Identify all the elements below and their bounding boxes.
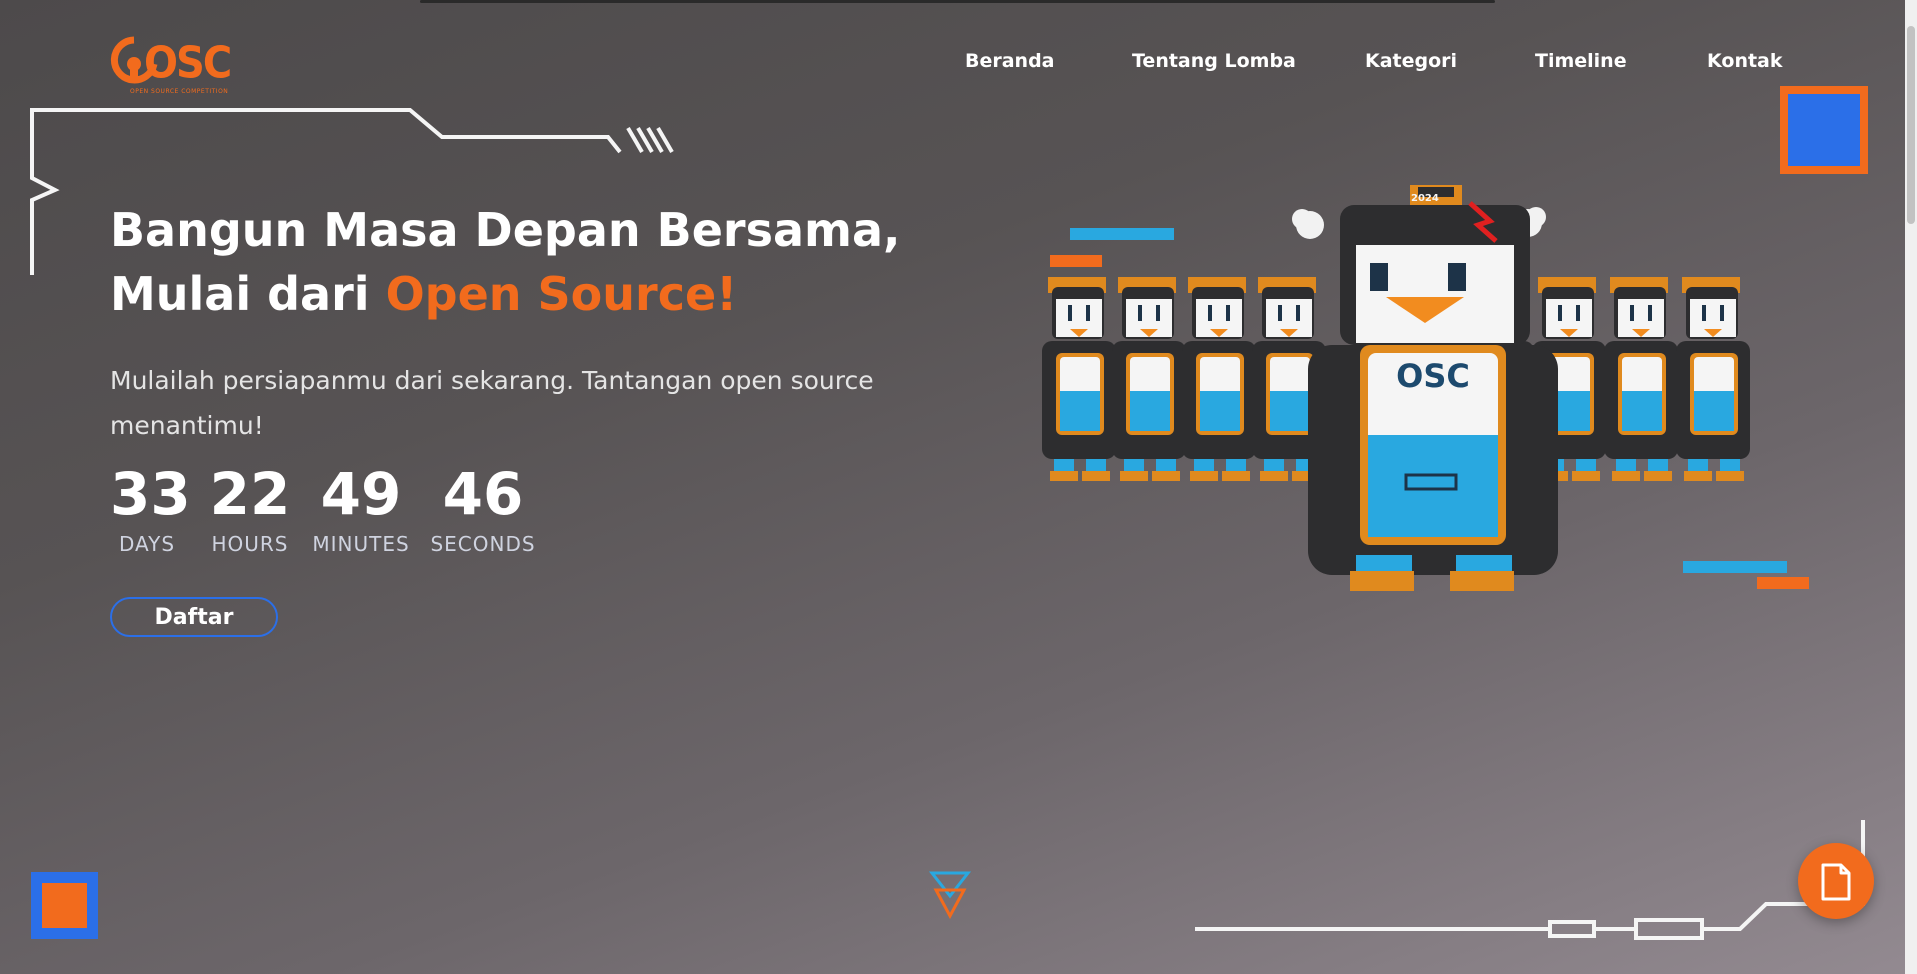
countdown-days-label: DAYS [118,532,176,556]
penguin-mascot-illustration: 2024 OSC [1042,185,1750,591]
scrollbar[interactable] [1905,0,1917,974]
nav-item-tentang-lomba[interactable]: Tentang Lomba [1132,50,1296,72]
osc-logo[interactable]: OSC OPEN SOURCE COMPETITION [110,30,235,102]
scrollbar-thumb[interactable] [1907,26,1915,224]
mascot-badge-text: OSC [1396,357,1470,395]
hero-title-accent: Open Source! [385,267,738,321]
countdown-seconds: 46 SECONDS [428,460,538,556]
hero-title: Bangun Masa Depan Bersama, Mulai dari Op… [110,198,900,326]
daftar-button[interactable]: Daftar [110,597,278,637]
countdown-minutes-value: 49 [320,460,402,528]
hero-subtitle: Mulailah persiapanmu dari sekarang. Tant… [110,366,874,440]
countdown-minutes-label: MINUTES [312,532,410,556]
hero-title-line1: Bangun Masa Depan Bersama, [110,203,901,257]
countdown-seconds-value: 46 [442,460,524,528]
countdown-days-value: 33 [110,460,191,528]
nav-item-kontak[interactable]: Kontak [1707,50,1783,72]
countdown-hours: 22 HOURS [206,460,294,556]
countdown-seconds-label: SECONDS [430,532,536,556]
corner-square-bottom-left [31,872,98,939]
hero-title-line2-prefix: Mulai dari [110,267,386,321]
nav-item-beranda[interactable]: Beranda [965,50,1055,72]
countdown-hours-label: HOURS [211,532,289,556]
logo-text: OSC [144,37,232,89]
logo-subtitle: OPEN SOURCE COMPETITION [130,88,229,95]
document-icon [1821,863,1851,901]
nav-item-timeline[interactable]: Timeline [1535,50,1627,72]
corner-square-top-right [1780,86,1868,174]
mascot-hat-text: 2024 [1411,193,1439,204]
nav-item-kategori[interactable]: Kategori [1365,50,1457,72]
countdown-minutes: 49 MINUTES [306,460,416,556]
document-fab-button[interactable] [1798,843,1874,919]
countdown-days: 33 DAYS [110,460,191,556]
countdown-hours-value: 22 [209,460,291,528]
